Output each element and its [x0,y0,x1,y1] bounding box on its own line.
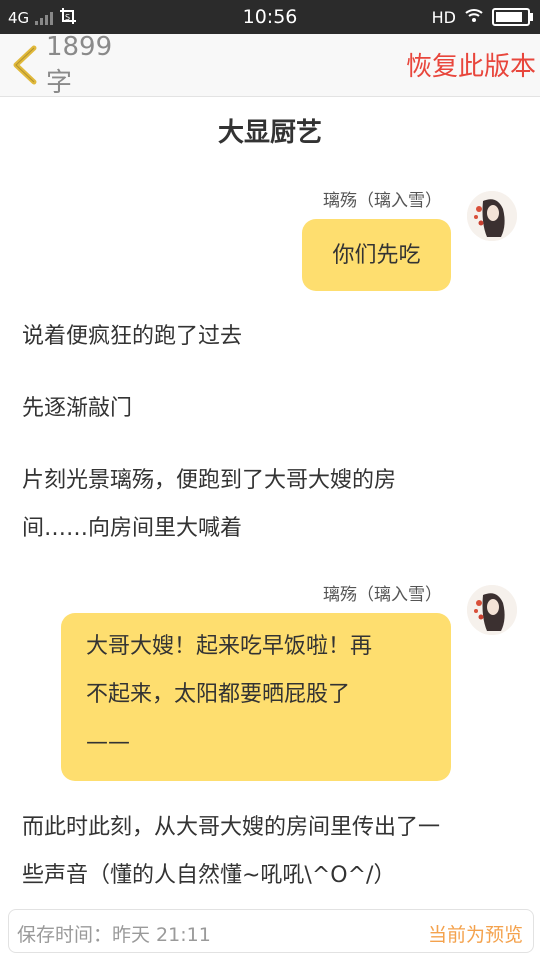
chapter-title: 大显厨艺 [217,118,322,148]
footer-bar: 保存时间：昨天 21:11 当前为预览 [8,909,534,953]
back-arrow-icon [13,45,37,85]
header-bar: 1899字 恢复此版本 [0,32,540,98]
bubble-line: —— [86,730,130,755]
speaker-name: 璃殇（璃入雪） [323,585,442,605]
bubble-line: 不起来，太阳都要晒屁股了 [86,682,351,707]
avatar[interactable] [467,585,517,635]
chat-bubble: 你们先吃 [302,219,451,291]
status-bar: 4G S 10:56 HD [0,0,540,34]
wifi-icon [464,7,484,27]
bubble-line: 大哥大嫂！起来吃早饭啦！再 [86,634,373,659]
paragraph: 而此时此刻，从大哥大嫂的房间里传出了一 [22,815,441,840]
bubble-text: 你们先吃 [332,243,421,268]
status-right: HD [431,7,533,27]
paragraph: 片刻光景璃殇，便跑到了大哥大嫂的房 [22,468,397,493]
save-time: 保存时间：昨天 21:11 [17,924,211,946]
battery-icon [492,8,533,26]
hd-label: HD [431,7,456,27]
back-button[interactable]: 1899字 [8,32,138,98]
chat-bubble: 大哥大嫂！起来吃早饭啦！再 不起来，太阳都要晒屁股了 —— [61,613,451,781]
paragraph: 先逐渐敲门 [22,396,133,421]
paragraph: 些声音（懂的人自然懂~吼吼\^O^/） [22,863,396,888]
speaker-name: 璃殇（璃入雪） [323,191,442,211]
paragraph: 间……向房间里大喊着 [22,516,243,541]
bubble-text: 大哥大嫂！起来吃早饭啦！再 不起来，太阳都要晒屁股了 —— [86,623,372,767]
preview-status: 当前为预览 [427,924,523,946]
paragraph: 说着便疯狂的跑了过去 [22,324,243,349]
restore-version-button[interactable]: 恢复此版本 [406,46,536,83]
word-count: 1899字 [45,31,113,98]
avatar[interactable] [467,191,517,241]
